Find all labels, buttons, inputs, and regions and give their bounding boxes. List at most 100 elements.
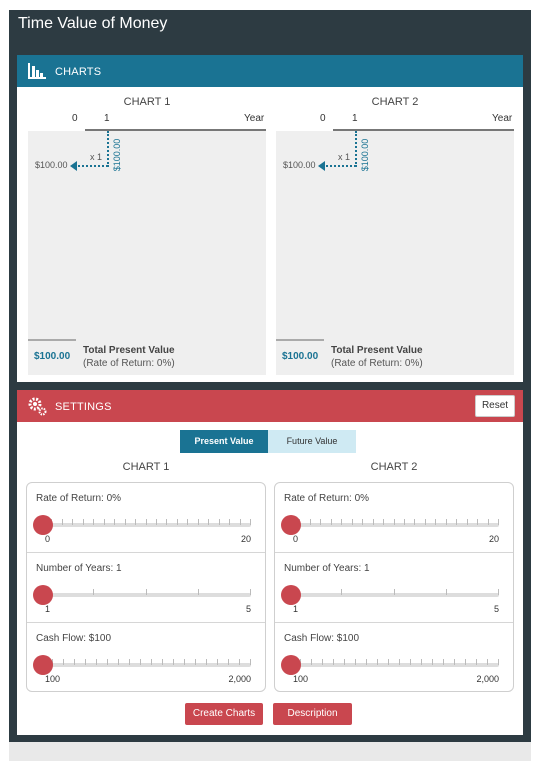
slider-tick — [445, 519, 447, 525]
discount-line — [322, 165, 356, 167]
slider-knob[interactable] — [33, 655, 53, 675]
tvm-app: Time Value of Money CHARTS CHART 1 0 1 Y… — [9, 10, 531, 742]
cash-flow-slider: Cash Flow: $100 100 2,000 — [275, 623, 513, 693]
slider-max: 2,000 — [476, 674, 499, 684]
present-value-label: $100.00 — [283, 160, 316, 170]
total-divider — [276, 339, 324, 341]
discount-arrow-icon — [318, 161, 325, 171]
bar-chart-icon — [28, 63, 46, 79]
discount-arrow-icon — [70, 161, 77, 171]
slider-tick — [114, 519, 116, 525]
create-charts-button[interactable]: Create Charts — [185, 703, 263, 725]
slider-tick — [118, 659, 119, 665]
slider-knob[interactable] — [33, 585, 53, 605]
slider-tick — [393, 519, 395, 525]
rate-of-return-note: (Rate of Return: 0%) — [83, 358, 175, 369]
slider-tick — [351, 519, 353, 525]
axis-tick-label: 1 — [104, 113, 110, 124]
present-value-label: $100.00 — [35, 160, 68, 170]
cash-flow-line — [107, 131, 109, 167]
slider-ticks — [41, 589, 251, 601]
cash-flow-line — [355, 131, 357, 167]
settings-chart-2-title: CHART 2 — [370, 461, 418, 473]
slider-tick — [498, 589, 499, 595]
slider-tick — [135, 519, 137, 525]
slider-knob[interactable] — [281, 515, 301, 535]
slider-knob[interactable] — [33, 515, 53, 535]
total-present-value-label: Total Present Value — [83, 345, 175, 356]
slider-tick — [250, 659, 251, 665]
axis-unit-label: Year — [244, 113, 265, 124]
slider-tick — [443, 659, 444, 665]
charts-panel-body: CHART 1 0 1 Year $100.00 x 1 $100.00 $10… — [17, 87, 523, 382]
slider-tick — [61, 519, 63, 525]
axis-tick-label: 0 — [72, 113, 78, 124]
settings-panel-body: Present Value Future Value CHART 1 CHART… — [17, 422, 523, 735]
slider-min: 1 — [293, 604, 299, 614]
gears-icon — [28, 397, 47, 416]
slider-tick — [333, 659, 334, 665]
slider-tick — [187, 519, 189, 525]
slider-tick — [435, 519, 437, 525]
slider-tick — [206, 659, 207, 665]
chart-1: CHART 1 0 1 Year $100.00 x 1 $100.00 $10… — [28, 87, 266, 377]
slider-tick — [320, 519, 322, 525]
slider-tick — [330, 519, 332, 525]
slider-tick — [228, 659, 229, 665]
description-button[interactable]: Description — [273, 703, 352, 725]
chart-2-settings: Rate of Return: 0% 0 20 Number of Years:… — [274, 482, 514, 692]
slider-tick — [208, 519, 210, 525]
slider-max: 20 — [488, 534, 499, 544]
chart-title: CHART 2 — [371, 96, 419, 108]
slider-min: 100 — [45, 674, 61, 684]
slider-label: Number of Years: 1 — [36, 563, 122, 574]
axis-tick-label: 1 — [352, 113, 358, 124]
slider-tick — [173, 659, 174, 665]
slider-tick — [184, 659, 185, 665]
slider-knob[interactable] — [281, 585, 301, 605]
slider-tick — [465, 659, 466, 665]
future-value-toggle[interactable]: Future Value — [268, 430, 356, 453]
slider-tick — [85, 659, 86, 665]
reset-button[interactable]: Reset — [475, 395, 515, 417]
slider-tick — [82, 519, 84, 525]
slider-tick — [414, 519, 416, 525]
slider-tick — [103, 519, 105, 525]
multiplier-label: x 1 — [338, 152, 351, 162]
slider-tick — [498, 519, 499, 525]
slider-tick — [366, 659, 367, 665]
slider-tick — [176, 519, 178, 525]
slider-tick — [197, 589, 199, 595]
slider-tick — [197, 519, 199, 525]
slider-tick — [476, 659, 477, 665]
total-divider — [28, 339, 76, 341]
total-present-value: $100.00 — [282, 351, 319, 362]
slider-tick — [140, 659, 141, 665]
slider-ticks — [41, 519, 251, 531]
slider-label: Cash Flow: $100 — [284, 633, 360, 644]
charts-panel-header: CHARTS — [17, 55, 523, 87]
slider-tick — [399, 659, 400, 665]
slider-knob[interactable] — [281, 655, 301, 675]
year-axis: 0 1 Year — [28, 113, 266, 127]
slider-tick — [145, 589, 147, 595]
charts-panel-title: CHARTS — [55, 66, 102, 78]
slider-min: 100 — [293, 674, 309, 684]
slider-tick — [166, 519, 168, 525]
slider-tick — [341, 519, 343, 525]
slider-tick — [250, 589, 251, 595]
number-of-years-slider: Number of Years: 1 1 5 — [275, 553, 513, 623]
slider-tick — [362, 519, 364, 525]
slider-max: 5 — [245, 604, 251, 614]
slider-tick — [498, 659, 499, 665]
number-of-years-slider: Number of Years: 1 1 5 — [27, 553, 265, 623]
slider-tick — [355, 659, 356, 665]
slider-tick — [454, 659, 455, 665]
slider-label: Rate of Return: 0% — [284, 493, 370, 504]
present-value-toggle[interactable]: Present Value — [180, 430, 268, 453]
slider-ticks — [41, 659, 251, 671]
slider-tick — [477, 519, 479, 525]
slider-max: 5 — [493, 604, 499, 614]
rate-of-return-slider: Rate of Return: 0% 0 20 — [275, 483, 513, 553]
cash-flow-slider: Cash Flow: $100 100 2,000 — [27, 623, 265, 693]
